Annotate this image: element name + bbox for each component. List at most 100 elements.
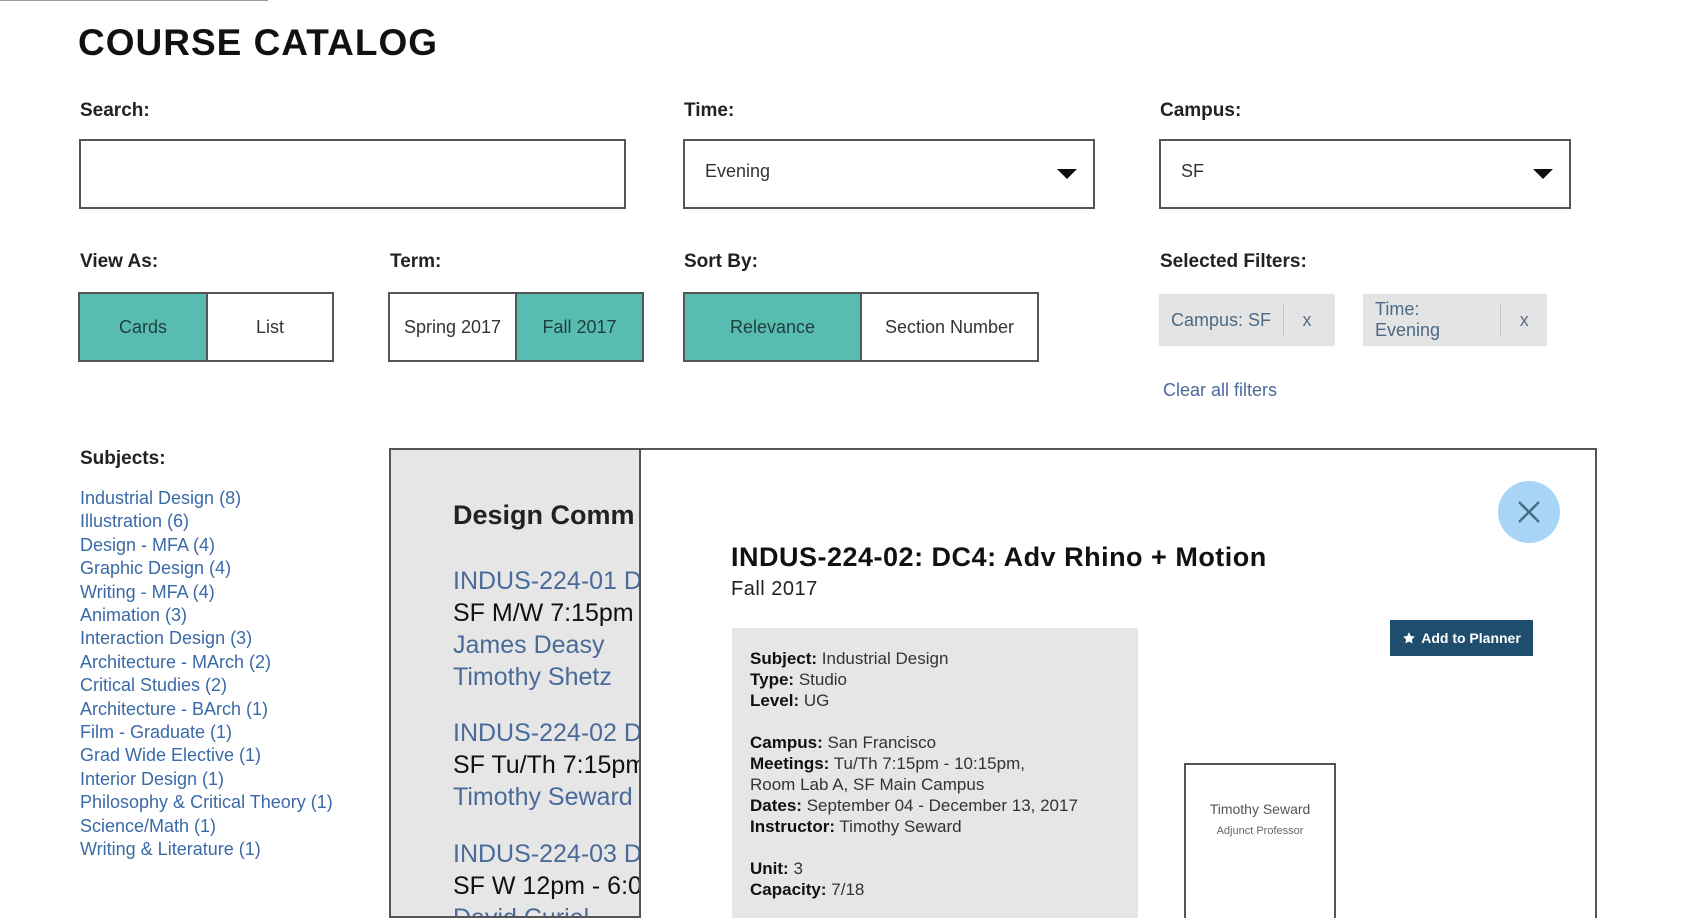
instructor-role: Adjunct Professor [1216, 825, 1304, 837]
result-time: SF M/W 7:15pm [453, 599, 634, 627]
view-list-button[interactable]: List [208, 294, 332, 360]
add-to-planner-button[interactable]: Add to Planner [1390, 620, 1533, 656]
add-to-planner-label: Add to Planner [1421, 630, 1521, 646]
info-value: 3 [793, 859, 803, 878]
info-label: Capacity: [750, 880, 827, 899]
sort-relevance-button[interactable]: Relevance [685, 294, 862, 360]
info-value: UG [803, 691, 830, 710]
info-value: San Francisco [827, 733, 937, 752]
subjects-list: Industrial Design (8) Illustration (6) D… [80, 487, 333, 862]
result-code[interactable]: INDUS-224-03 D [453, 838, 642, 870]
instructor-card[interactable]: Timothy Seward Adjunct Professor [1184, 763, 1336, 918]
info-label: Level: [750, 691, 800, 710]
info-label: Unit: [750, 859, 789, 878]
subject-item[interactable]: Architecture - BArch (1) [80, 698, 333, 721]
course-title: INDUS-224-02: DC4: Adv Rhino + Motion [731, 542, 1267, 572]
subject-item[interactable]: Interior Design (1) [80, 768, 333, 791]
selected-filters-label: Selected Filters: [1160, 251, 1307, 272]
star-icon [1403, 632, 1416, 644]
caret-down-icon [1533, 169, 1553, 179]
info-value: Studio [798, 670, 848, 689]
subject-item[interactable]: Philosophy & Critical Theory (1) [80, 791, 333, 814]
instructor-name: Timothy Seward [1209, 801, 1311, 817]
result-card[interactable]: INDUS-224-02 D SF Tu/Th 7:15pm Timothy S… [453, 717, 646, 813]
info-type: Type: Studio [750, 669, 1120, 690]
sort-section-button[interactable]: Section Number [862, 294, 1037, 360]
subject-item[interactable]: Critical Studies (2) [80, 674, 333, 697]
info-label: Instructor: [750, 817, 835, 836]
result-time: SF Tu/Th 7:15pm [453, 751, 647, 779]
result-code[interactable]: INDUS-224-02 D [453, 717, 646, 749]
subject-item[interactable]: Graphic Design (4) [80, 557, 333, 580]
info-value: 7/18 [831, 880, 865, 899]
info-label: Subject: [750, 649, 818, 668]
sort-by-toggle: Relevance Section Number [683, 292, 1039, 362]
caret-down-icon [1057, 169, 1077, 179]
result-instructor[interactable]: Timothy Seward [453, 781, 646, 813]
search-input[interactable] [79, 139, 626, 209]
info-unit: Unit: 3 [750, 858, 1120, 879]
info-label: Dates: [750, 796, 802, 815]
clear-all-filters-link[interactable]: Clear all filters [1163, 380, 1277, 401]
campus-label: Campus: [1160, 100, 1242, 121]
view-cards-button[interactable]: Cards [80, 294, 208, 360]
result-instructor[interactable]: David Curiel [453, 902, 642, 916]
term-label: Term: [390, 251, 442, 272]
info-campus: Campus: San Francisco [750, 732, 1120, 753]
result-instructor[interactable]: James Deasy [453, 629, 642, 661]
time-label: Time: [684, 100, 735, 121]
page-title: COURSE CATALOG [78, 22, 439, 63]
info-instructor: Instructor: Timothy Seward [750, 816, 1120, 837]
subject-item[interactable]: Animation (3) [80, 604, 333, 627]
subject-item[interactable]: Grad Wide Elective (1) [80, 744, 333, 767]
info-value: Tu/Th 7:15pm - 10:15pm, [833, 754, 1025, 773]
result-card[interactable]: INDUS-224-03 D SF W 12pm - 6:0 David Cur… [453, 838, 642, 916]
result-code[interactable]: INDUS-224-01 D [453, 565, 642, 597]
subject-item[interactable]: Writing & Literature (1) [80, 838, 333, 861]
filter-chip-label: Campus: SF [1171, 309, 1272, 330]
course-info-box: Subject: Industrial Design Type: Studio … [732, 628, 1138, 918]
subject-item[interactable]: Science/Math (1) [80, 815, 333, 838]
close-button[interactable] [1498, 481, 1560, 543]
subject-item[interactable]: Writing - MFA (4) [80, 581, 333, 604]
result-instructor[interactable]: Timothy Shetz [453, 661, 642, 693]
info-capacity: Capacity: 7/18 [750, 879, 1120, 900]
term-spring-button[interactable]: Spring 2017 [390, 294, 517, 360]
search-label: Search: [80, 100, 150, 121]
subjects-label: Subjects: [80, 448, 166, 469]
close-icon [1518, 501, 1540, 523]
filter-chip-label: Time: Evening [1375, 299, 1441, 340]
view-as-toggle: Cards List [78, 292, 334, 362]
result-time: SF W 12pm - 6:0 [453, 872, 642, 900]
info-label: Meetings: [750, 754, 830, 773]
view-as-label: View As: [80, 251, 159, 272]
time-select-value: Evening [705, 161, 771, 181]
term-toggle: Spring 2017 Fall 2017 [388, 292, 644, 362]
info-value: September 04 - December 13, 2017 [806, 796, 1078, 815]
info-label: Campus: [750, 733, 823, 752]
info-meetings-room: Room Lab A, SF Main Campus [750, 775, 985, 794]
term-fall-button[interactable]: Fall 2017 [517, 294, 642, 360]
info-dates: Dates: September 04 - December 13, 2017 [750, 795, 1120, 816]
close-icon[interactable]: x [1284, 310, 1330, 331]
subject-item[interactable]: Architecture - MArch (2) [80, 651, 333, 674]
result-card[interactable]: INDUS-224-01 D SF M/W 7:15pm James Deasy… [453, 565, 642, 693]
close-icon[interactable]: x [1501, 310, 1547, 331]
info-value: Timothy Seward [839, 817, 962, 836]
subject-item[interactable]: Industrial Design (8) [80, 487, 333, 510]
subject-item[interactable]: Film - Graduate (1) [80, 721, 333, 744]
info-subject: Subject: Industrial Design [750, 648, 1120, 669]
info-label: Type: [750, 670, 795, 689]
campus-select[interactable]: SF [1159, 139, 1571, 209]
subject-item[interactable]: Interaction Design (3) [80, 627, 333, 650]
course-term: Fall 2017 [731, 578, 818, 600]
results-heading: Design Comm [453, 500, 635, 530]
subject-item[interactable]: Illustration (6) [80, 510, 333, 533]
course-detail-panel: INDUS-224-02: DC4: Adv Rhino + Motion Fa… [639, 448, 1597, 918]
info-level: Level: UG [750, 690, 1120, 711]
filter-chip-campus: Campus: SF x [1159, 294, 1335, 346]
campus-select-value: SF [1181, 161, 1205, 181]
top-divider [0, 0, 268, 1]
time-select[interactable]: Evening [683, 139, 1095, 209]
subject-item[interactable]: Design - MFA (4) [80, 534, 333, 557]
